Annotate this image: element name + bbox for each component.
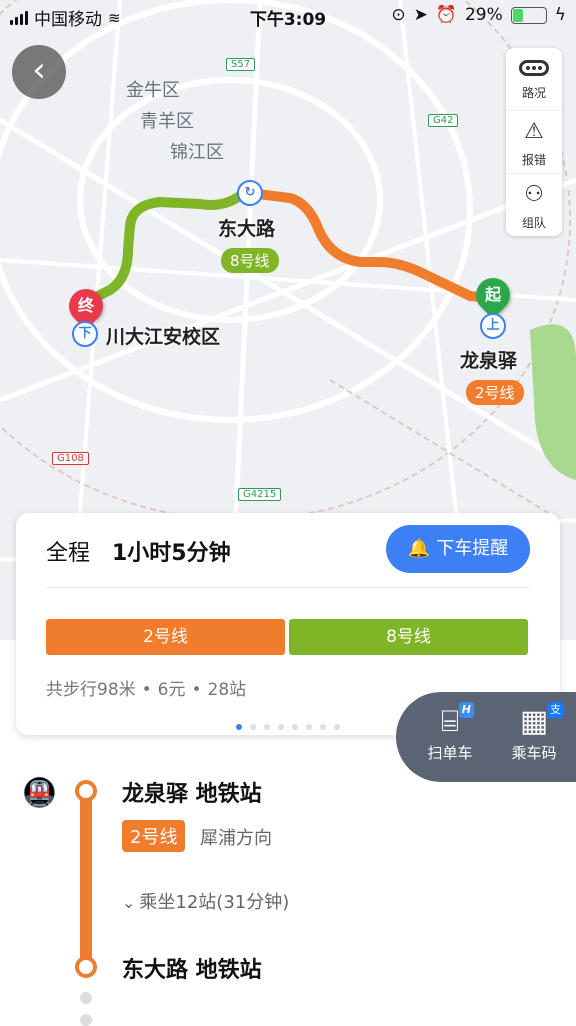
- page-dot: [278, 724, 284, 730]
- pay-panel: ⌸ H 扫单车 ▦ 支 乘车码: [396, 692, 576, 782]
- map-tools: 路况 ⚠ 报错 ⚇ 组队: [506, 48, 562, 236]
- route-segment-bar: 2号线 8号线: [46, 619, 528, 655]
- chevron-left-icon: ‹: [32, 50, 46, 90]
- page-dot: [264, 724, 270, 730]
- line2-tag: 2号线: [466, 380, 524, 405]
- road-badge: G108: [52, 452, 89, 465]
- page-dot: [306, 724, 312, 730]
- board-stop-dot: [75, 780, 97, 802]
- battery-icon: [510, 6, 547, 24]
- page-dot: [250, 724, 256, 730]
- segment-line2: 2号线: [46, 619, 285, 655]
- orientation-lock-icon: ⊙: [391, 5, 406, 25]
- report-icon: ⚠: [524, 119, 544, 144]
- status-bar: 中国移动 ≋ 下午3:09 ⊙ ➤ ⏰ 29% ϟ: [0, 0, 576, 32]
- scan-bike-button[interactable]: ⌸ H 扫单车: [410, 702, 490, 763]
- chevron-down-icon: ⌄: [122, 893, 136, 912]
- page-dot: [320, 724, 326, 730]
- total-label: 全程: [46, 541, 91, 566]
- transfer-icon: ↻: [237, 180, 263, 206]
- scan-icon: ⌸: [441, 704, 459, 739]
- road-badge: G42: [428, 114, 459, 127]
- road-badge: S57: [226, 58, 256, 71]
- divider: [46, 587, 530, 588]
- scan-bike-label: 扫单车: [427, 744, 473, 762]
- team-label: 组队: [521, 216, 546, 230]
- transfer-station-name: 东大路 地铁站: [122, 958, 262, 983]
- ride-info-text: 乘坐12站(31分钟): [139, 892, 290, 913]
- page-dot: [334, 724, 340, 730]
- walk-dot: [80, 1014, 92, 1026]
- segment-line8: 8号线: [289, 619, 528, 655]
- total-time: 1小时5分钟: [112, 541, 231, 566]
- walk-dot: [80, 992, 92, 1004]
- district-label: 金牛区: [126, 80, 180, 101]
- road-badge: G4215: [238, 488, 282, 501]
- team-icon: ⚇: [524, 182, 544, 207]
- page-dot: [292, 724, 298, 730]
- alipay-badge: 支: [547, 702, 564, 718]
- route-line8: [81, 188, 255, 307]
- page-dot: [236, 724, 242, 730]
- direction: 犀浦方向: [200, 828, 272, 849]
- traffic-button[interactable]: 路况: [506, 48, 562, 111]
- report-button[interactable]: ⚠ 报错: [506, 111, 562, 174]
- bell-icon: 🔔: [407, 538, 431, 559]
- qr-code-icon: ▦: [519, 704, 549, 739]
- end-station-label: 川大江安校区: [106, 326, 221, 348]
- ride-code-button[interactable]: ▦ 支 乘车码: [494, 702, 574, 763]
- walk-distance: 共步行98米: [46, 680, 136, 700]
- line2-track: [80, 790, 92, 968]
- team-button[interactable]: ⚇ 组队: [506, 174, 562, 236]
- alarm-icon: ⏰: [435, 5, 457, 25]
- route-meta: 共步行98米 • 6元 • 28站: [46, 680, 247, 700]
- report-label: 报错: [521, 153, 546, 167]
- line-badge: 2号线: [122, 820, 186, 852]
- alight-reminder-button[interactable]: 🔔 下车提醒: [386, 525, 530, 573]
- back-button[interactable]: ‹: [12, 45, 66, 99]
- alight-icon: 下: [72, 321, 98, 347]
- line8-tag: 8号线: [221, 248, 279, 273]
- start-pin[interactable]: 起: [468, 270, 518, 320]
- scan-badge: H: [458, 702, 474, 718]
- transfer-station-label: 东大路: [218, 218, 276, 240]
- district-label: 锦江区: [170, 142, 224, 163]
- ride-info-toggle[interactable]: ⌄ 乘坐12站(31分钟): [122, 888, 289, 914]
- stop-count: 28站: [207, 680, 247, 700]
- board-icon: 上: [480, 313, 506, 339]
- charging-icon: ϟ: [554, 5, 566, 25]
- battery-percent: 29%: [464, 5, 503, 25]
- ride-code-label: 乘车码: [511, 744, 557, 762]
- metro-train-icon: 🚇: [22, 776, 57, 809]
- alight-reminder-label: 下车提醒: [436, 538, 509, 559]
- start-station-label: 龙泉驿: [460, 350, 518, 372]
- traffic-icon: [519, 60, 549, 76]
- fare: 6元: [157, 680, 186, 700]
- transfer-stop-dot: [75, 956, 97, 978]
- board-station-name: 龙泉驿 地铁站: [122, 782, 262, 807]
- route-detail[interactable]: 🚇 龙泉驿 地铁站 2号线 犀浦方向 ⌄ 乘坐12站(31分钟) 东大路 地铁站: [0, 760, 576, 1026]
- district-label: 青羊区: [140, 111, 194, 132]
- traffic-label: 路况: [521, 86, 546, 100]
- location-icon: ➤: [413, 5, 428, 25]
